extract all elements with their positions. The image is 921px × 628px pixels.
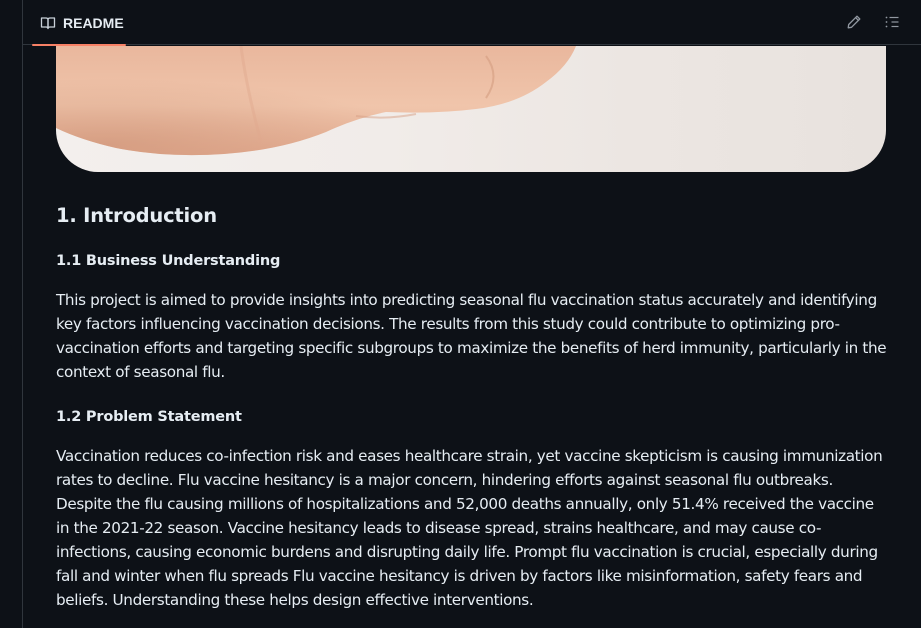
readme-content: 1. Introduction 1.1 Business Understandi…: [56, 46, 887, 609]
tab-readme[interactable]: README: [32, 0, 126, 46]
book-icon: [40, 15, 56, 31]
tab-readme-label: README: [63, 14, 124, 31]
list-icon: [884, 14, 900, 30]
problem-statement-text: Vaccination reduces co-infection risk an…: [56, 447, 883, 609]
edit-button[interactable]: [844, 12, 864, 32]
introduction-heading: 1. Introduction: [56, 204, 217, 227]
business-understanding-heading: 1.1 Business Understanding: [56, 253, 281, 269]
pencil-icon: [846, 14, 862, 30]
readme-header: README: [23, 0, 921, 46]
outline-button[interactable]: [882, 12, 902, 32]
business-understanding-text: This project is aimed to provide insight…: [56, 291, 887, 381]
hero-image: [56, 46, 886, 172]
problem-statement-heading: 1.2 Problem Statement: [56, 409, 242, 425]
readme-panel: README 1. Introduction 1.1 Business Unde…: [22, 0, 921, 628]
